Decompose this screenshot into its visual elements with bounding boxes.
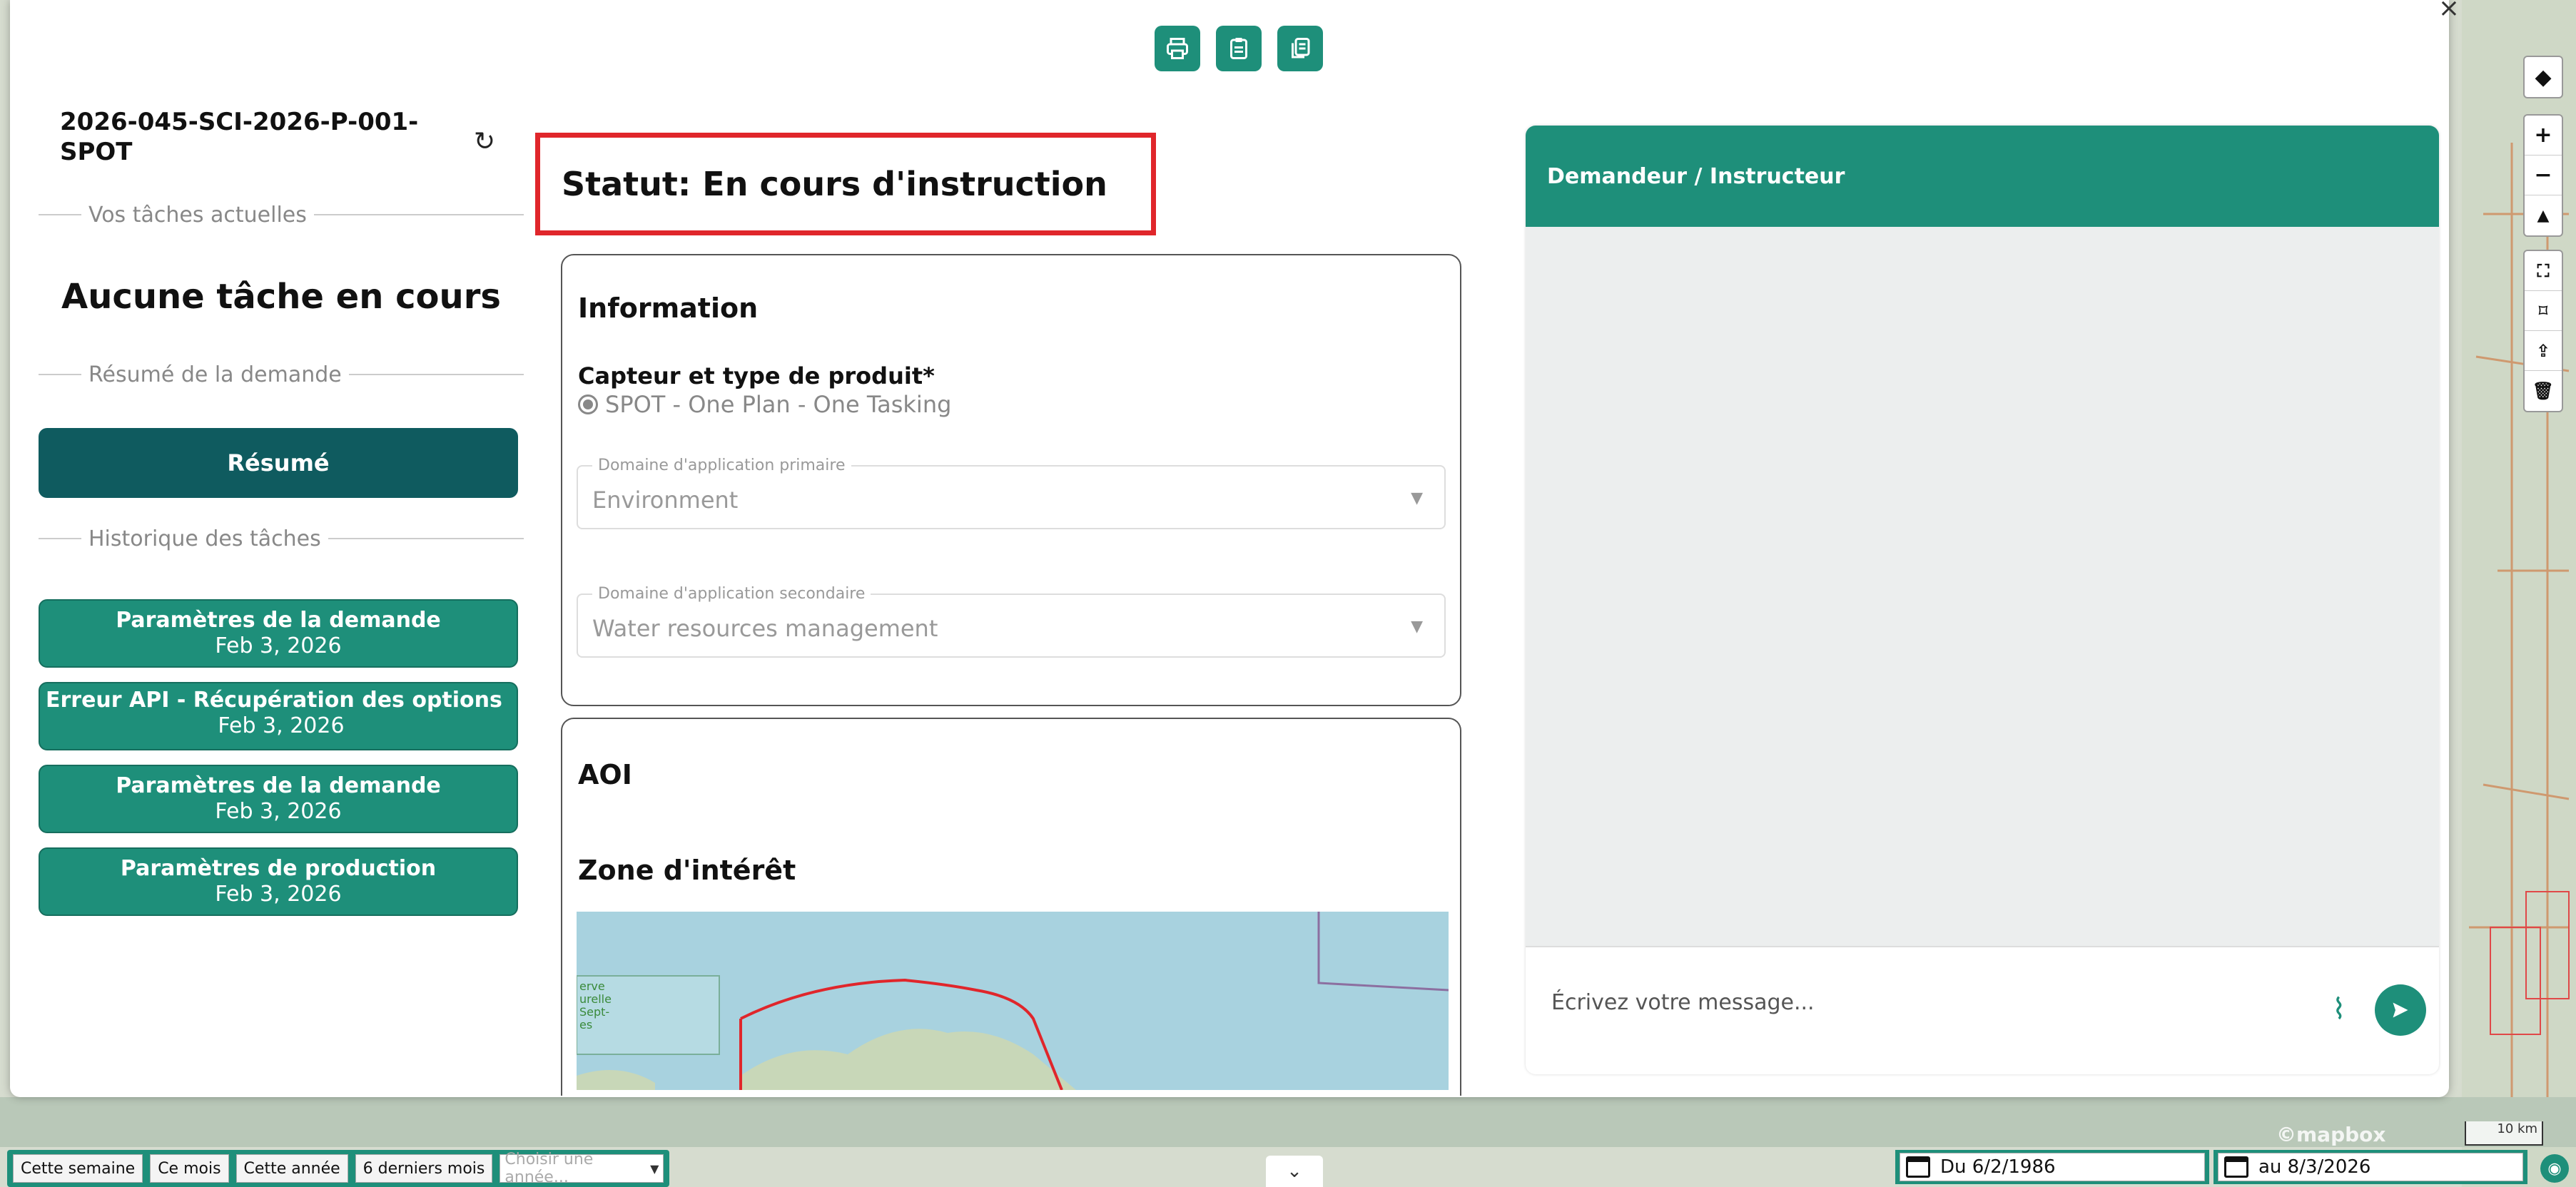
chat-input[interactable]: Écrivez votre message... — [1551, 990, 1815, 1015]
history-item-date: Feb 3, 2026 — [215, 799, 342, 824]
information-card: Information Capteur et type de produit* … — [561, 254, 1461, 706]
history-item[interactable]: Paramètres de la demande Feb 3, 2026 — [39, 599, 518, 668]
filter-this-year[interactable]: Cette année — [235, 1154, 348, 1183]
history-item-date: Feb 3, 2026 — [215, 882, 342, 907]
request-id: 2026-045-SCI-2026-P-001-SPOT — [60, 108, 419, 166]
filter-last-6-months[interactable]: 6 derniers mois — [355, 1154, 493, 1183]
filter-this-week[interactable]: Cette semaine — [13, 1154, 143, 1183]
zoom-control: + − ▲ — [2523, 114, 2563, 237]
send-icon — [2393, 1002, 2408, 1018]
copy-icon[interactable] — [1277, 26, 1323, 71]
history-item-title: Paramètres de production — [120, 856, 437, 881]
top-toolbar — [1155, 26, 1323, 71]
summary-button[interactable]: Résumé — [39, 428, 518, 498]
refresh-icon[interactable]: ↻ — [474, 127, 495, 156]
aoi-map[interactable]: erve urelle Sept- es — [577, 912, 1449, 1090]
radio-icon[interactable] — [578, 394, 598, 414]
map-label: es — [579, 1018, 592, 1031]
date-from-value: Du 6/2/1986 — [1940, 1156, 2056, 1178]
history-item-title: Paramètres de la demande — [116, 773, 441, 798]
compass-icon[interactable]: ▲ — [2525, 195, 2562, 235]
upload-icon[interactable]: ⇪ — [2525, 331, 2562, 371]
chevron-down-icon: ▼ — [650, 1161, 659, 1176]
fullscreen-icon[interactable]: ⛶ — [2525, 251, 2562, 291]
period-filters: Cette semaine Ce mois Cette année 6 dern… — [7, 1150, 670, 1187]
history-item[interactable]: Paramètres de production Feb 3, 2026 — [39, 847, 518, 916]
history-item-title: Paramètres de la demande — [116, 608, 441, 633]
print-icon[interactable] — [1155, 26, 1200, 71]
history-item[interactable]: Erreur API - Récupération des options Fe… — [39, 682, 518, 750]
history-item-title: Erreur API - Récupération des options — [46, 688, 502, 713]
date-to-field[interactable]: au 8/3/2026 — [2214, 1150, 2527, 1184]
status-text: Statut: En cours d'instruction — [562, 165, 1107, 203]
status-highlight: Statut: En cours d'instruction — [535, 133, 1156, 235]
globe-icon[interactable]: ◉ — [2540, 1154, 2569, 1183]
aoi-card: AOI Zone d'intérêt erve urelle Sept- es — [561, 718, 1461, 1096]
primary-domain-label: Domaine d'application primaire — [592, 457, 851, 474]
layers-control[interactable]: ◆ — [2523, 56, 2563, 98]
clipboard-icon[interactable] — [1216, 26, 1262, 71]
draw-polygon-icon[interactable]: ⌑ — [2525, 291, 2562, 331]
current-tasks-label: Vos tâches actuelles — [88, 202, 307, 228]
draw-control: ⛶ ⌑ ⇪ 🗑 — [2523, 250, 2563, 412]
history-separator: Historique des tâches — [39, 526, 524, 551]
send-button[interactable] — [2375, 984, 2426, 1036]
map-label: erve — [579, 979, 605, 993]
year-select-placeholder: Choisir une année... — [504, 1151, 594, 1186]
sensor-label: Capteur et type de produit* — [578, 362, 935, 389]
calendar-icon — [1906, 1156, 1930, 1178]
map-label: Sept- — [579, 1005, 609, 1019]
information-title: Information — [578, 292, 759, 324]
secondary-domain-value: Water resources management — [592, 615, 938, 642]
chat-composer: Écrivez votre message... ⌇ — [1526, 946, 2439, 1074]
trash-icon[interactable]: 🗑 — [2525, 371, 2562, 411]
bottom-bar: Cette semaine Ce mois Cette année 6 dern… — [0, 1144, 2576, 1187]
chat-header: Demandeur / Instructeur — [1526, 126, 2439, 227]
primary-domain-value: Environment — [592, 486, 739, 514]
primary-domain-select[interactable]: Domaine d'application primaire Environme… — [577, 457, 1446, 529]
history-item-date: Feb 3, 2026 — [218, 713, 345, 738]
chat-panel: Demandeur / Instructeur Écrivez votre me… — [1526, 126, 2439, 1074]
current-tasks-separator: Vos tâches actuelles — [39, 202, 524, 228]
history-item[interactable]: Paramètres de la demande Feb 3, 2026 — [39, 765, 518, 833]
filter-this-month[interactable]: Ce mois — [150, 1154, 229, 1183]
zone-title: Zone d'intérêt — [578, 855, 796, 886]
aoi-title: AOI — [578, 759, 632, 790]
zoom-out-icon[interactable]: − — [2525, 156, 2562, 195]
close-icon[interactable]: × — [2428, 0, 2470, 26]
map-scale: 10 km — [2465, 1121, 2543, 1146]
summary-section-label: Résumé de la demande — [88, 362, 342, 387]
request-modal: × 2026-045-SCI-2026-P-001-SPOT ↻ Vos tâc… — [10, 0, 2460, 1097]
history-label: Historique des tâches — [88, 526, 321, 551]
expand-panel-chevron-icon[interactable]: ⌄ — [1266, 1156, 1323, 1187]
sensor-value: SPOT - One Plan - One Tasking — [605, 391, 952, 418]
secondary-domain-select[interactable]: Domaine d'application secondaire Water r… — [577, 585, 1446, 658]
secondary-domain-label: Domaine d'application secondaire — [592, 585, 871, 603]
layers-icon[interactable]: ◆ — [2525, 57, 2562, 97]
date-from-field[interactable]: Du 6/2/1986 — [1895, 1150, 2209, 1184]
history-item-date: Feb 3, 2026 — [215, 633, 342, 658]
calendar-icon — [2224, 1156, 2248, 1178]
year-select[interactable]: Choisir une année... ▼ — [500, 1151, 664, 1186]
chevron-down-icon: ▼ — [1411, 489, 1423, 507]
sensor-option[interactable]: SPOT - One Plan - One Tasking — [578, 391, 951, 418]
summary-separator: Résumé de la demande — [39, 362, 524, 387]
no-task-message: Aucune tâche en cours — [61, 277, 501, 317]
chevron-down-icon: ▼ — [1411, 618, 1423, 636]
mapbox-logo: ©mapbox — [2276, 1123, 2386, 1146]
attachment-icon[interactable]: ⌇ — [2332, 993, 2346, 1026]
date-to-value: au 8/3/2026 — [2258, 1156, 2371, 1178]
map-label: urelle — [579, 992, 612, 1006]
zoom-in-icon[interactable]: + — [2525, 116, 2562, 156]
